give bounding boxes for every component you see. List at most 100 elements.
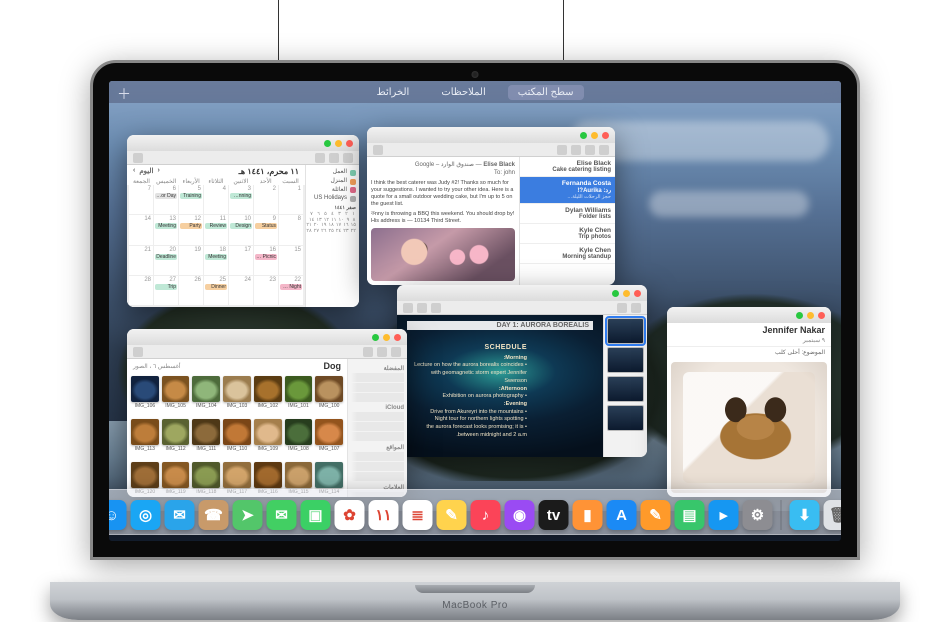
calendar-next-button[interactable]: › xyxy=(133,167,135,176)
calendar-category[interactable]: العمل xyxy=(309,169,356,177)
dock-books-icon[interactable]: ▮ xyxy=(573,500,603,530)
slide-thumbnail[interactable] xyxy=(607,376,644,402)
calendar-cell[interactable]: 13Meeting xyxy=(154,215,178,244)
finder-file-item[interactable]: IMG_106 xyxy=(131,376,159,416)
finder-file-item[interactable]: IMG_113 xyxy=(131,419,159,459)
sidebar-item[interactable] xyxy=(351,393,404,402)
calendar-category[interactable]: US Holidays xyxy=(309,195,356,203)
slide-thumbnail[interactable] xyxy=(607,347,644,373)
finder-file-item[interactable]: IMG_102 xyxy=(254,376,282,416)
close-icon[interactable] xyxy=(346,140,353,147)
calendar-event[interactable]: Review xyxy=(205,223,227,229)
toolbar-button[interactable] xyxy=(343,153,353,163)
search-icon[interactable] xyxy=(133,347,143,357)
calendar-cell[interactable]: 8 xyxy=(279,215,303,244)
space-tab[interactable]: سطح المكتب xyxy=(508,85,584,100)
dock-tv-icon[interactable]: tv xyxy=(539,500,569,530)
sidebar-item[interactable] xyxy=(351,383,404,392)
finder-file-item[interactable]: IMG_111 xyxy=(192,419,220,459)
calendar-cell[interactable]: 16Family Picnic xyxy=(254,246,278,275)
finder-file-item[interactable]: IMG_105 xyxy=(162,376,190,416)
dock-appstore-icon[interactable]: A xyxy=(607,500,637,530)
mail-message-row[interactable]: Kyle ChenTrip photos xyxy=(520,224,615,244)
slide-navigator[interactable] xyxy=(603,315,647,457)
minimize-icon[interactable] xyxy=(383,334,390,341)
calendar-event[interactable]: Family Picnic xyxy=(255,254,277,260)
slide-thumbnail[interactable] xyxy=(607,405,644,431)
space-tab[interactable]: الخرائط xyxy=(366,85,419,100)
calendar-cell[interactable]: 14 xyxy=(129,215,153,244)
titlebar[interactable] xyxy=(127,329,407,345)
calendar-event[interactable]: Deadline xyxy=(155,254,177,260)
calendar-window[interactable]: العملالمنزلالعائلةUS Holidays صفر ١٤٤١ ١… xyxy=(127,135,359,307)
dock-trash-icon[interactable]: 🗑 xyxy=(824,500,842,530)
calendar-today-button[interactable]: اليوم xyxy=(139,167,153,176)
calendar-cell[interactable]: 23 xyxy=(254,276,278,305)
space-tab[interactable]: الملاحظات xyxy=(431,85,495,100)
finder-file-item[interactable]: IMG_112 xyxy=(162,419,190,459)
finder-file-item[interactable]: IMG_101 xyxy=(285,376,313,416)
titlebar[interactable] xyxy=(127,135,359,151)
sidebar-item[interactable] xyxy=(351,472,404,481)
calendar-event[interactable]: Party xyxy=(180,223,202,229)
toolbar-button[interactable] xyxy=(431,303,441,313)
slide-canvas[interactable]: DAY 1: AURORA BOREALIS SCHEDULE Morning:… xyxy=(397,315,603,457)
calendar-cell[interactable]: 28 xyxy=(129,276,153,305)
minimize-icon[interactable] xyxy=(335,140,342,147)
toolbar-button[interactable] xyxy=(557,145,567,155)
calendar-cell[interactable]: 22Movie Night xyxy=(279,276,303,305)
forward-button[interactable] xyxy=(377,347,387,357)
dock-facetime-icon[interactable]: ▣ xyxy=(301,500,331,530)
dock-preferences-icon[interactable]: ⚙ xyxy=(743,500,773,530)
calendar-cell[interactable]: 5Training xyxy=(179,185,203,214)
calendar-cell[interactable]: 18Meeting xyxy=(204,246,228,275)
back-button[interactable] xyxy=(391,347,401,357)
zoom-icon[interactable] xyxy=(324,140,331,147)
calendar-cell[interactable]: 9Status xyxy=(254,215,278,244)
calendar-event[interactable]: Team Planning xyxy=(230,193,252,199)
finder-file-item[interactable]: IMG_104 xyxy=(192,376,220,416)
slide-thumbnail[interactable] xyxy=(607,318,644,344)
calendar-cell[interactable]: 10Design xyxy=(229,215,253,244)
mail-attachment-image[interactable] xyxy=(371,228,515,281)
dock-contacts-icon[interactable]: ☎ xyxy=(199,500,229,530)
calendar-prev-button[interactable]: ‹ xyxy=(157,167,159,176)
sidebar-item[interactable] xyxy=(351,462,404,471)
calendar-event[interactable]: Status xyxy=(255,223,277,229)
toolbar-button[interactable] xyxy=(599,145,609,155)
calendar-event[interactable]: Meeting xyxy=(155,223,177,229)
mail-message-row[interactable]: Dylan WilliamsFolder lists xyxy=(520,204,615,224)
calendar-cell[interactable]: 26 xyxy=(179,276,203,305)
calendar-cell[interactable]: 21 xyxy=(129,246,153,275)
calendar-event[interactable]: Movie Night xyxy=(280,284,302,290)
minimize-icon[interactable] xyxy=(623,290,630,297)
dock-messages-icon[interactable]: ✉ xyxy=(267,500,297,530)
zoom-icon[interactable] xyxy=(612,290,619,297)
toolbar-button[interactable] xyxy=(133,153,143,163)
calendar-event[interactable]: Trip xyxy=(155,284,177,290)
add-space-button[interactable]: ＋ xyxy=(117,84,131,104)
calendar-grid[interactable]: 123Team Planning45Training6Labor Day789S… xyxy=(127,185,305,307)
sidebar-item[interactable] xyxy=(351,412,404,421)
toolbar-button[interactable] xyxy=(631,303,641,313)
mail-message-row[interactable]: Fernanda Costaرد: Aurika?!حجز الرحلات ال… xyxy=(520,177,615,204)
calendar-cell[interactable]: 3Team Planning xyxy=(229,185,253,214)
sidebar-item[interactable] xyxy=(351,452,404,461)
titlebar[interactable] xyxy=(367,127,615,143)
calendar-cell[interactable]: 12Party xyxy=(179,215,203,244)
dock-photos-icon[interactable]: ✿ xyxy=(335,500,365,530)
keynote-window[interactable]: DAY 1: AURORA BOREALIS SCHEDULE Morning:… xyxy=(397,285,647,457)
dog-image[interactable] xyxy=(671,362,827,493)
note-window[interactable]: Jennifer Nakar ٩ سبتمبر الموضوع: أحلى كل… xyxy=(667,307,831,497)
finder-file-item[interactable]: IMG_109 xyxy=(254,419,282,459)
toolbar-button[interactable] xyxy=(315,153,325,163)
dock[interactable]: ☺◎✉☎➤✉▣✿١١≣✎♪◉tv▮A✎▤▸⚙⬇🗑 xyxy=(109,489,841,535)
sidebar-item[interactable] xyxy=(351,422,404,431)
zoom-icon[interactable] xyxy=(580,132,587,139)
calendar-cell[interactable]: 27Trip xyxy=(154,276,178,305)
mini-calendar[interactable]: صفر ١٤٤١ ١٢٣٤٥٦٧ ٨٩١٠١١١٢١٣١٤ ١٥١٦١٧١٨١٩… xyxy=(309,206,356,235)
dock-notes-icon[interactable]: ✎ xyxy=(437,500,467,530)
finder-file-item[interactable]: IMG_103 xyxy=(223,376,251,416)
titlebar[interactable] xyxy=(397,285,647,301)
finder-file-item[interactable]: IMG_110 xyxy=(223,419,251,459)
